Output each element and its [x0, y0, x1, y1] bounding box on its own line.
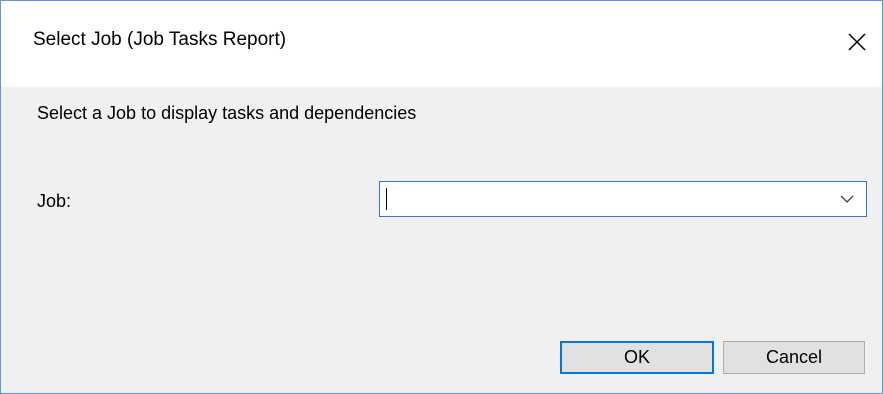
- title-bar: Select Job (Job Tasks Report): [1, 1, 882, 87]
- dialog-title: Select Job (Job Tasks Report): [33, 29, 287, 50]
- close-button[interactable]: [833, 19, 881, 65]
- chevron-down-icon: [840, 195, 854, 203]
- text-caret: [386, 188, 387, 210]
- job-input[interactable]: [384, 184, 826, 214]
- job-label: Job:: [37, 191, 72, 211]
- ok-button[interactable]: OK: [560, 341, 714, 374]
- dialog-window: Select Job (Job Tasks Report) Select a J…: [0, 0, 883, 394]
- job-combobox[interactable]: [379, 181, 867, 217]
- cancel-button[interactable]: Cancel: [723, 341, 865, 374]
- dialog-body: Select a Job to display tasks and depend…: [1, 87, 882, 393]
- instruction-text: Select a Job to display tasks and depend…: [37, 103, 417, 123]
- close-icon: [848, 33, 866, 51]
- job-dropdown-button[interactable]: [832, 182, 862, 216]
